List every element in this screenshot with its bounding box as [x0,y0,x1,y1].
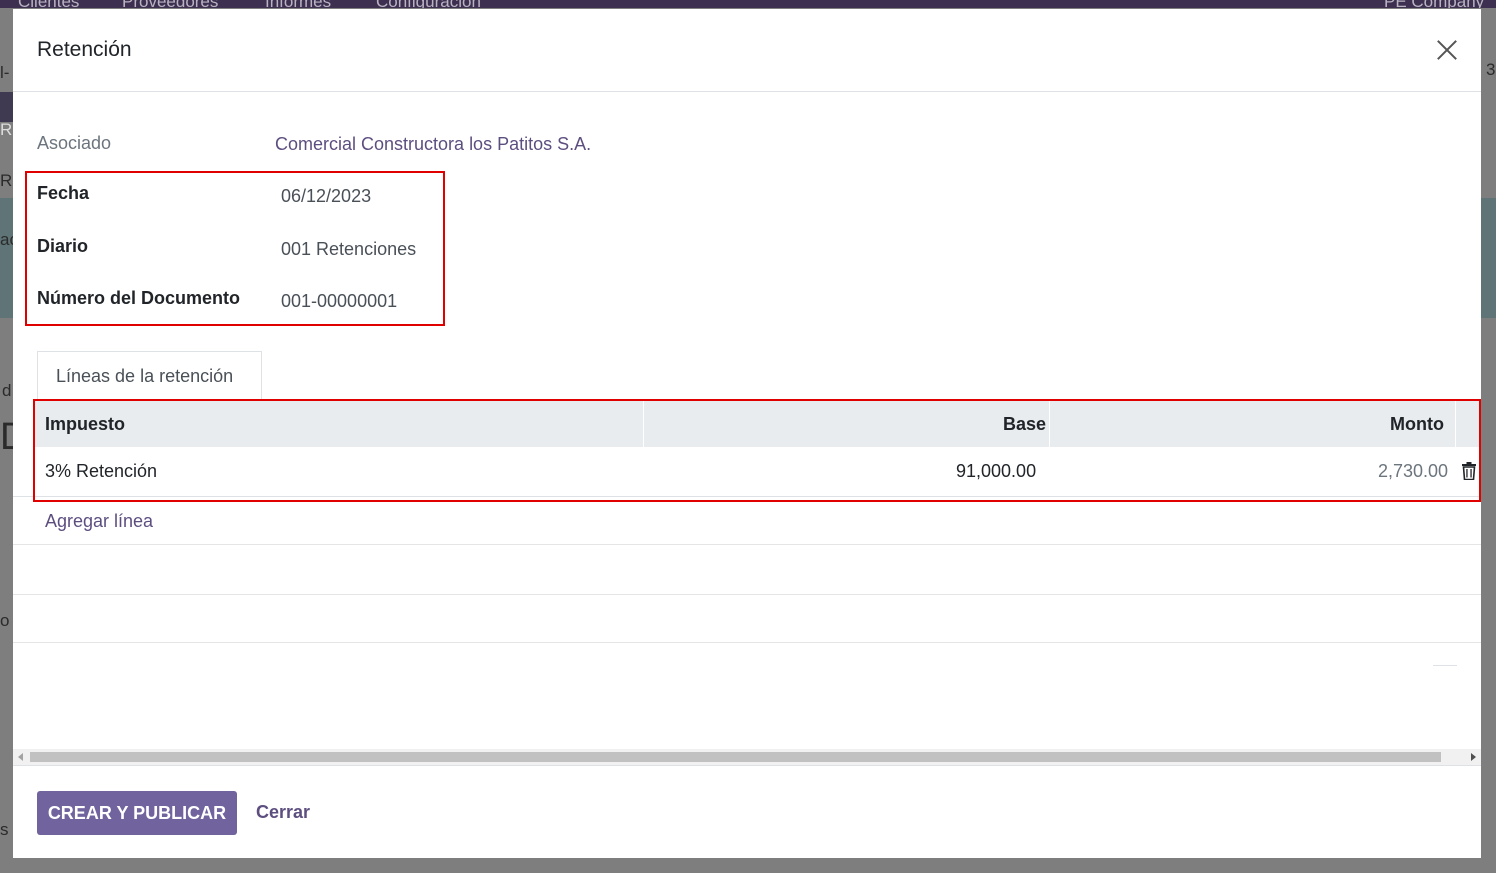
background-text: R [0,120,13,139]
divider [1433,665,1457,666]
background-text: 3 [1486,60,1496,79]
empty-row [13,497,1481,545]
highlight-box-table [33,399,1481,502]
tab-lineas-retencion[interactable]: Líneas de la retención [37,351,262,399]
background-strip [1481,198,1496,318]
background-text: s [0,820,9,839]
scroll-left-icon[interactable] [18,753,23,761]
asociado-value[interactable]: Comercial Constructora los Patitos S.A. [275,134,591,155]
horizontal-scrollbar[interactable] [13,749,1481,765]
empty-row [13,595,1481,643]
create-and-post-button[interactable]: CREAR Y PUBLICAR [37,791,237,835]
background-text: l- [0,63,10,82]
scroll-thumb[interactable] [30,752,1441,762]
modal-title: Retención [37,38,132,61]
background-text: o [0,611,10,630]
close-icon[interactable] [1433,36,1461,64]
background-text: d [2,381,12,400]
background-strip [0,198,14,318]
tab-label: Líneas de la retención [56,366,234,386]
highlight-box-fields [25,171,445,326]
background-strip [0,92,14,122]
scroll-right-icon[interactable] [1471,753,1476,761]
close-button[interactable]: Cerrar [256,802,310,823]
asociado-label: Asociado [37,133,112,153]
modal-header: Retención [13,9,1481,92]
empty-row [13,545,1481,595]
modal-footer: CREAR Y PUBLICAR Cerrar [13,765,1481,858]
retention-dialog: Retención Asociado Comercial Constructor… [13,9,1481,858]
background-navbar: Clientes Proveedores Informes Configurac… [0,0,1496,11]
